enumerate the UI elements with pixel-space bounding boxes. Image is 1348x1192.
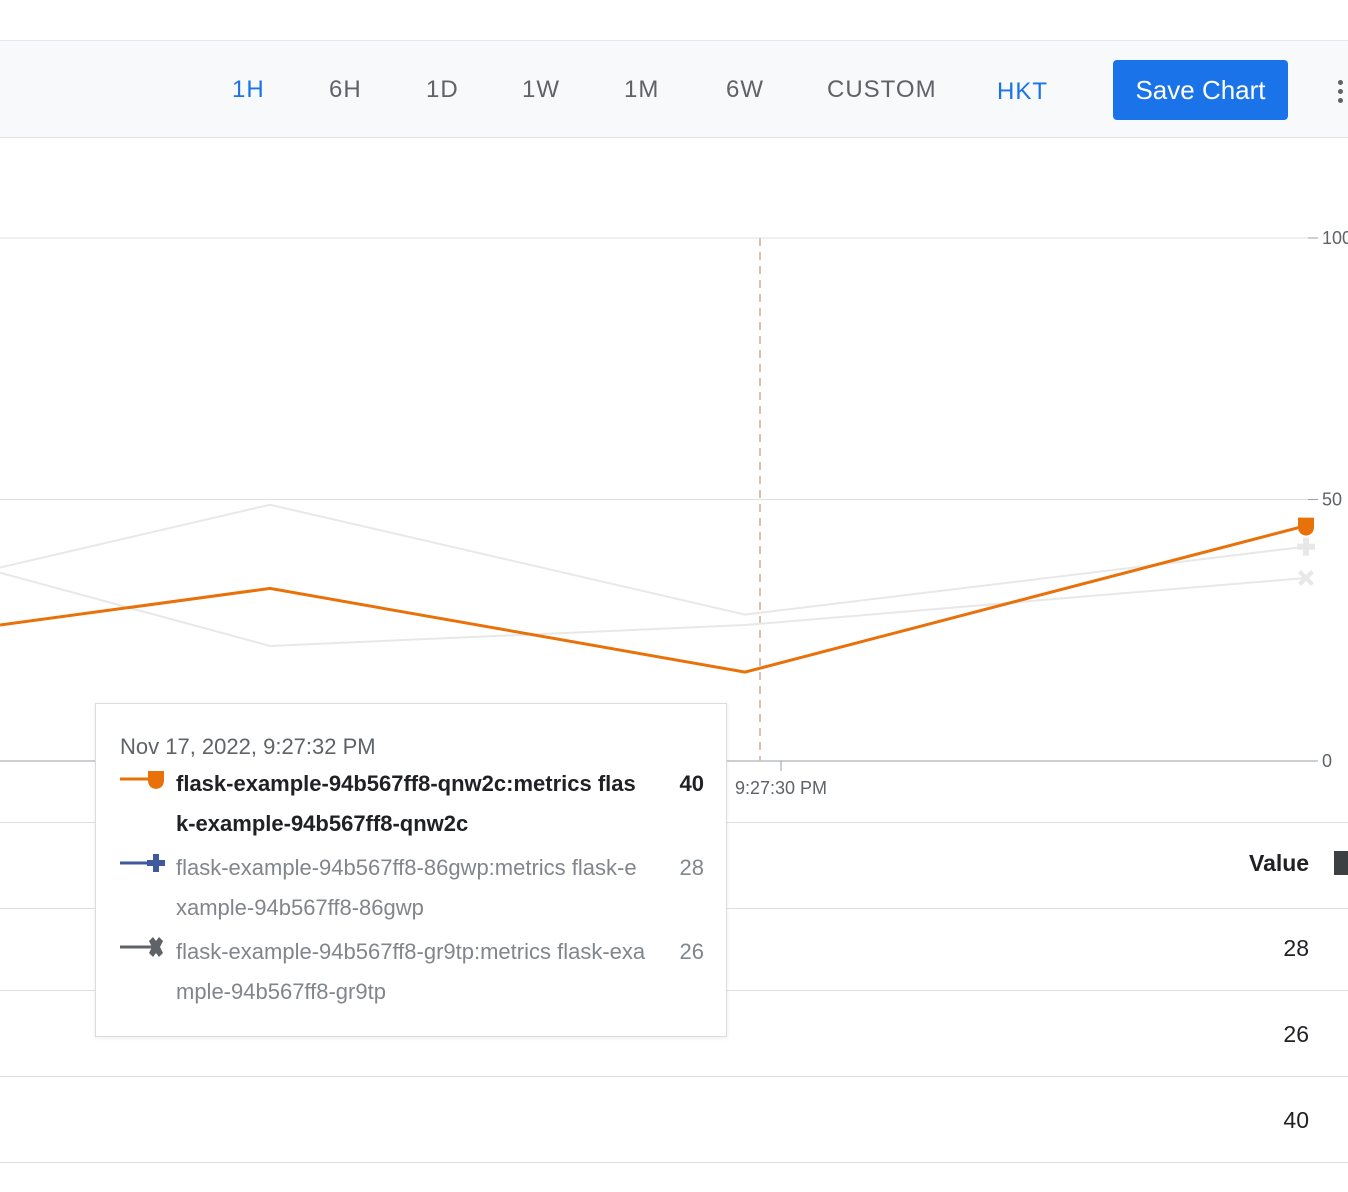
series-line — [0, 524, 1307, 674]
more-vert-icon[interactable] — [1332, 75, 1348, 105]
series-marker — [1298, 517, 1314, 536]
tooltip-series-value: 26 — [679, 939, 704, 964]
table-row-value: 40 — [1283, 1107, 1309, 1133]
range-6w-button[interactable]: 6W — [726, 73, 764, 107]
y-tick-label: 0 — [1322, 751, 1332, 771]
table-row-value: 26 — [1283, 1021, 1309, 1047]
chart-tooltip: Nov 17, 2022, 9:27:32 PM flask-example-9… — [95, 703, 727, 1037]
value-column-header[interactable]: Value — [1249, 850, 1309, 877]
series-line — [0, 571, 1307, 647]
table-divider — [0, 1076, 1348, 1077]
range-1w-button[interactable]: 1W — [522, 73, 560, 107]
tooltip-series-value: 28 — [679, 855, 704, 880]
x-tick-label: 9:27:30 PM — [735, 778, 827, 798]
tooltip-series-value: 40 — [679, 771, 704, 796]
range-1h-button[interactable]: 1H — [232, 73, 265, 107]
range-1d-button[interactable]: 1D — [426, 73, 459, 107]
save-chart-button[interactable]: Save Chart — [1113, 60, 1288, 120]
column-resize-handle[interactable] — [1334, 851, 1348, 875]
cross-marker-icon — [120, 937, 163, 957]
y-tick-label: 100 — [1322, 228, 1348, 248]
tooltip-series-name: flask-example-94b567ff8-gr9tp:metrics fl… — [176, 939, 646, 1004]
range-custom-button[interactable]: CUSTOM — [827, 73, 937, 107]
tooltip-timestamp: Nov 17, 2022, 9:27:32 PM — [120, 734, 376, 759]
plus-marker-icon — [120, 854, 165, 872]
range-1m-button[interactable]: 1M — [624, 73, 659, 107]
table-row-value: 28 — [1283, 935, 1309, 961]
series-marker — [1297, 537, 1315, 556]
y-tick-label: 50 — [1322, 490, 1342, 510]
range-6h-button[interactable]: 6H — [329, 73, 362, 107]
table-divider — [0, 1162, 1348, 1163]
shield-marker-icon — [120, 771, 164, 789]
chart-toolbar: 1H 6H 1D 1W 1M 6W CUSTOM HKT Save Chart — [0, 40, 1348, 138]
tooltip-series-name: flask-example-94b567ff8-qnw2c:metrics fl… — [176, 771, 636, 836]
timezone-button[interactable]: HKT — [997, 75, 1048, 109]
tooltip-series-name: flask-example-94b567ff8-86gwp:metrics fl… — [176, 855, 637, 920]
